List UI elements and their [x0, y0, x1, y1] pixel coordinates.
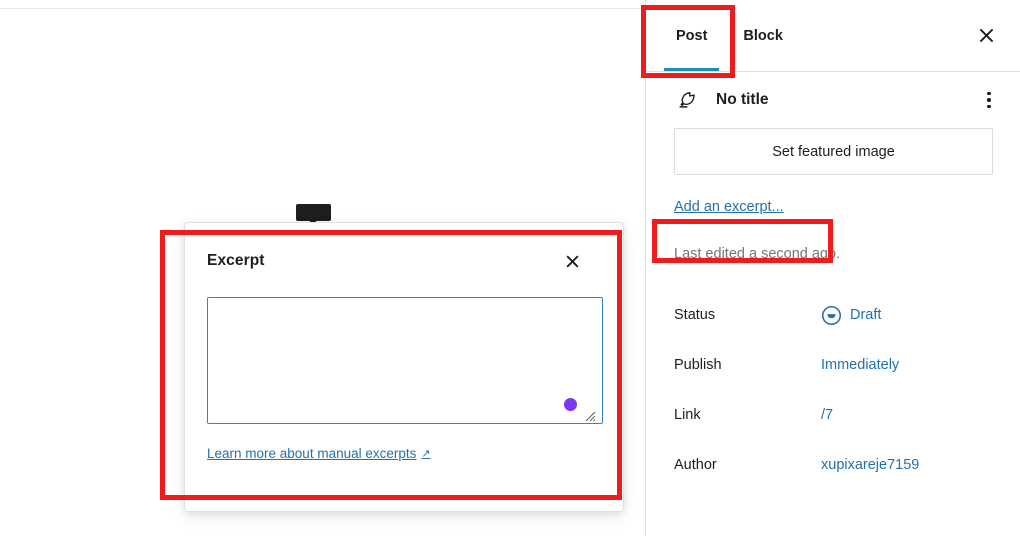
sidebar-tab-bar: Post Block [646, 0, 1020, 72]
meta-row-publish: Publish Immediately [674, 340, 992, 390]
meta-label-status: Status [674, 307, 716, 323]
set-featured-image-button[interactable]: Set featured image [674, 128, 993, 175]
tab-post-label: Post [676, 27, 708, 44]
tab-block-label: Block [743, 27, 783, 44]
quill-pen-icon [674, 88, 698, 112]
learn-more-label: Learn more about manual excerpts [207, 446, 417, 461]
meta-label-author: Author [674, 457, 717, 473]
tab-post[interactable]: Post [658, 1, 725, 71]
publish-date-value[interactable]: Immediately [821, 357, 899, 373]
excerpt-popover-title: Excerpt [207, 252, 265, 269]
canvas-top-divider [0, 8, 645, 9]
kebab-dot [987, 104, 991, 109]
post-settings-sidebar: Post Block No title Set featured image A… [645, 0, 1020, 536]
meta-row-status: Status Draft [674, 290, 992, 340]
meta-row-link: Link /7 [674, 390, 992, 440]
add-an-excerpt-link[interactable]: Add an excerpt... [674, 199, 784, 215]
meta-label-publish: Publish [674, 357, 722, 373]
close-icon[interactable] [970, 20, 1002, 52]
kebab-menu-icon[interactable] [974, 85, 1004, 115]
tab-block[interactable]: Block [725, 1, 801, 71]
close-icon[interactable] [559, 248, 585, 274]
post-title: No title [716, 91, 769, 108]
status-badge[interactable]: Draft [821, 305, 881, 326]
draft-status-icon [821, 305, 842, 325]
status-value: Draft [850, 307, 882, 323]
post-meta-list: Status Draft Publish Immediately Link /7… [646, 290, 1020, 490]
excerpt-popover-header: Excerpt [207, 251, 599, 277]
learn-more-manual-excerpts-link[interactable]: Learn more about manual excerpts ↗ [207, 446, 431, 461]
meta-row-author: Author xupixareje7159 [674, 440, 992, 490]
post-summary-header: No title [646, 72, 1020, 128]
excerpt-textarea-wrapper [207, 297, 603, 424]
editor-canvas[interactable]: Excerpt Learn more about manual excerpts… [0, 0, 645, 536]
external-link-icon: ↗ [421, 448, 431, 460]
meta-label-link: Link [674, 407, 701, 423]
kebab-dot [987, 98, 991, 102]
last-edited-text: Last edited a second ago. [674, 246, 841, 262]
excerpt-textarea[interactable] [207, 297, 603, 424]
kebab-dot [987, 91, 991, 96]
author-value[interactable]: xupixareje7159 [821, 457, 919, 473]
excerpt-popover: Excerpt Learn more about manual excerpts… [184, 222, 624, 512]
add-excerpt-row: Add an excerpt... [646, 198, 1020, 220]
permalink-value[interactable]: /7 [821, 407, 833, 423]
